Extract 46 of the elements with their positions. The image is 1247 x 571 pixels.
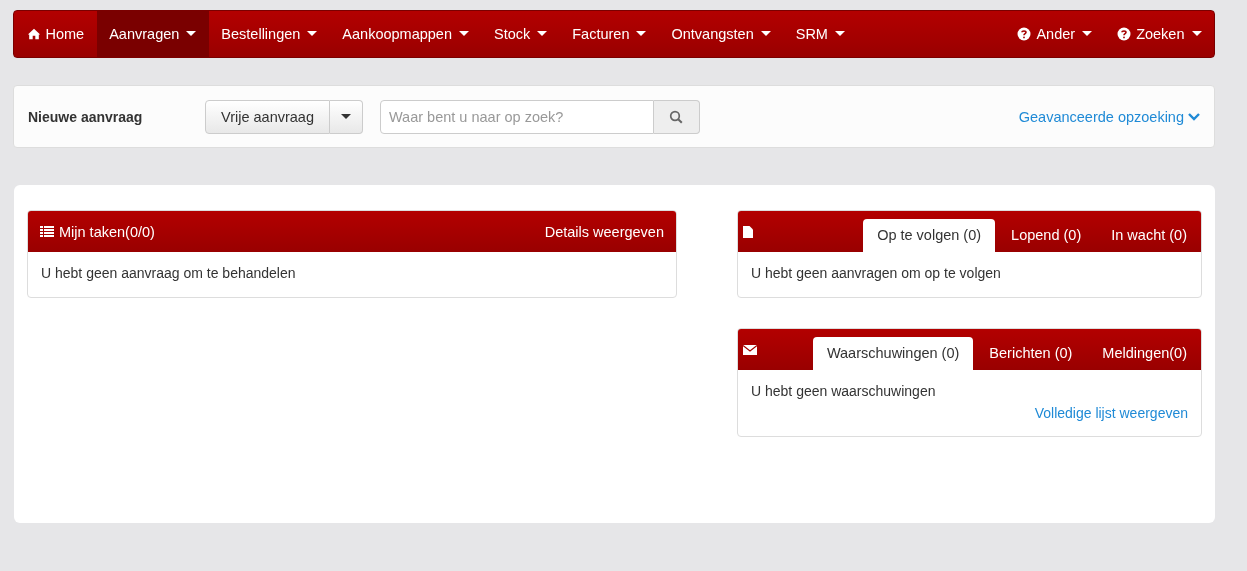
request-type-button[interactable]: Vrije aanvraag [205, 99, 330, 134]
details-link[interactable]: Details weergeven [544, 223, 664, 240]
nav-item[interactable]: Facturen [559, 11, 659, 57]
advanced-search-link[interactable]: Geavanceerde opzoeking [1018, 108, 1200, 125]
search-icon [669, 109, 684, 124]
empty-message: U hebt geen aanvragen om op te volgen [751, 265, 1001, 281]
caret-icon [834, 31, 845, 37]
tab[interactable]: Lopend (0) [997, 219, 1096, 252]
caret-icon [307, 31, 318, 37]
envelope-icon [743, 344, 757, 355]
caret-icon [760, 31, 771, 37]
caret-icon [1191, 31, 1202, 37]
chevron-icon [1188, 112, 1200, 121]
nav-item[interactable]: Ontvangsten [659, 11, 784, 57]
nav-item[interactable]: Aanvragen [96, 11, 209, 57]
nav-item[interactable]: Ander [1004, 11, 1105, 57]
tab[interactable]: In wacht (0) [1097, 219, 1201, 252]
empty-message: U hebt geen aanvraag om te behandelen [41, 265, 296, 281]
list-icon [40, 226, 54, 237]
caret-icon [186, 31, 197, 37]
caret-icon [636, 31, 647, 37]
nav-item[interactable]: Aankoopmappen [329, 11, 482, 57]
nav-item[interactable]: Stock [481, 11, 560, 57]
search-button[interactable] [653, 99, 700, 134]
tab[interactable]: Meldingen(0) [1088, 337, 1201, 370]
tab[interactable]: Waarschuwingen (0) [812, 337, 974, 370]
help-icon [1117, 27, 1132, 41]
caret-icon [1082, 31, 1093, 37]
caret-icon [537, 31, 548, 37]
full-list-link[interactable]: Volledige lijst weergeven [1034, 405, 1188, 421]
card-title: Mijn taken(0/0) [59, 223, 155, 240]
nav-item[interactable]: Zoeken [1104, 11, 1214, 57]
search-field[interactable]: Waar bent u naar op zoek? [379, 99, 654, 134]
tab[interactable]: Berichten (0) [975, 337, 1087, 370]
nav-item[interactable]: SRM [783, 11, 858, 57]
dropdown-button[interactable] [329, 99, 363, 134]
document-icon [743, 225, 753, 238]
empty-message: U hebt geen waarschuwingen [751, 383, 937, 399]
nav-item[interactable]: Bestellingen [208, 11, 330, 57]
nav-item[interactable]: Home [14, 11, 97, 57]
caret-icon [340, 113, 351, 120]
home-icon [26, 27, 41, 41]
toolbar-title: Nieuwe aanvraag [28, 108, 144, 125]
caret-icon [459, 31, 469, 37]
help-icon [1017, 27, 1032, 41]
tab[interactable]: Op te volgen (0) [863, 219, 996, 252]
